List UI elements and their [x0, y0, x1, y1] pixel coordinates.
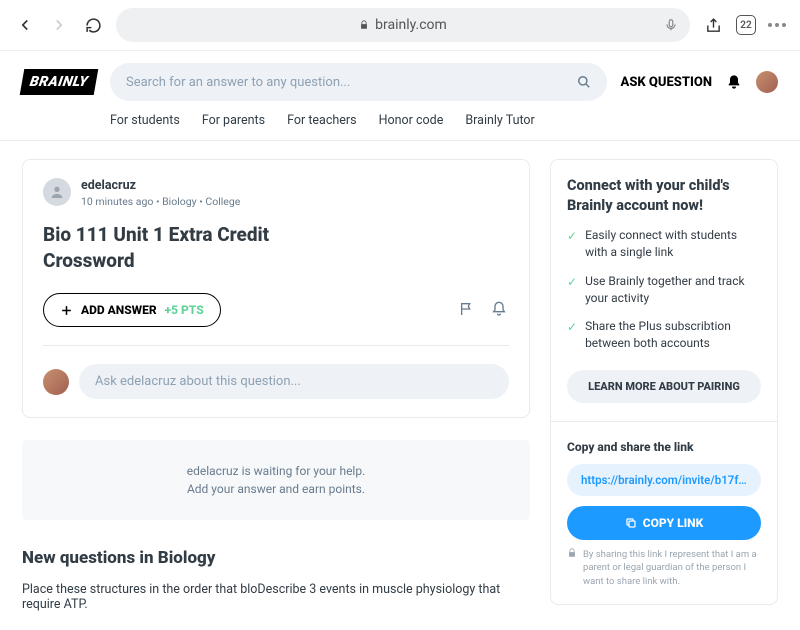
tabs-button[interactable]: 22 [736, 15, 756, 35]
waiting-line1: edelacruz is waiting for your help. [44, 462, 508, 480]
nav-tutor[interactable]: Brainly Tutor [465, 113, 534, 128]
site-header: BRAINLY ASK QUESTION [0, 51, 800, 101]
mic-icon[interactable] [664, 18, 678, 32]
browser-toolbar: brainly.com 22 [0, 0, 800, 51]
search-bar[interactable] [110, 63, 607, 101]
waiting-line2: Add your answer and earn points. [44, 480, 508, 498]
url-text: brainly.com [375, 17, 447, 33]
pairing-card: Connect with your child's Brainly accoun… [550, 159, 778, 605]
question-meta: 10 minutes ago • Biology • College [81, 195, 240, 208]
question-actions: ADD ANSWER +5 PTS [43, 293, 509, 327]
invite-link[interactable]: https://brainly.com/invite/b17ff.. [567, 464, 761, 496]
question-title: Bio 111 Unit 1 Extra Credit Crossword [43, 222, 323, 273]
refresh-button[interactable] [82, 14, 104, 36]
new-question-item[interactable]: Place these structures in the order that… [22, 582, 530, 612]
url-bar[interactable]: brainly.com [116, 8, 690, 42]
sidebar: Connect with your child's Brainly accoun… [550, 159, 778, 612]
question-header: edelacruz 10 minutes ago • Biology • Col… [43, 178, 509, 208]
question-username[interactable]: edelacruz [81, 178, 240, 193]
lock-icon [567, 548, 577, 588]
benefit-3: ✓ Share the Plus subscribtion between bo… [567, 318, 761, 352]
user-avatar[interactable] [43, 178, 71, 206]
learn-more-button[interactable]: LEARN MORE ABOUT PAIRING [567, 370, 761, 403]
main-column: edelacruz 10 minutes ago • Biology • Col… [22, 159, 530, 612]
question-card: edelacruz 10 minutes ago • Biology • Col… [22, 159, 530, 418]
content: edelacruz 10 minutes ago • Biology • Col… [0, 141, 800, 630]
search-input[interactable] [126, 75, 577, 90]
notifications-icon[interactable] [726, 74, 742, 90]
waiting-banner: edelacruz is waiting for your help. Add … [22, 440, 530, 520]
benefit-1: ✓ Easily connect with students with a si… [567, 227, 761, 261]
share-button[interactable] [702, 14, 724, 36]
bell-icon[interactable] [491, 301, 509, 319]
brainly-logo[interactable]: BRAINLY [20, 69, 99, 95]
lock-icon [359, 20, 369, 30]
forward-button[interactable] [48, 14, 70, 36]
check-icon: ✓ [567, 228, 577, 261]
flag-icon[interactable] [459, 301, 477, 319]
nav-parents[interactable]: For parents [202, 113, 265, 128]
copy-link-button[interactable]: COPY LINK [567, 506, 761, 540]
check-icon: ✓ [567, 274, 577, 307]
divider [551, 421, 777, 422]
ask-question-button[interactable]: ASK QUESTION [621, 75, 712, 90]
nav-links: For students For parents For teachers Ho… [0, 101, 800, 141]
more-icon[interactable] [768, 23, 786, 27]
ask-user-input[interactable]: Ask edelacruz about this question... [79, 364, 509, 399]
ask-user-section: Ask edelacruz about this question... [43, 345, 509, 399]
add-answer-button[interactable]: ADD ANSWER +5 PTS [43, 293, 221, 327]
back-button[interactable] [14, 14, 36, 36]
benefit-2: ✓ Use Brainly together and track your ac… [567, 273, 761, 307]
pairing-title: Connect with your child's Brainly accoun… [567, 176, 761, 215]
my-avatar[interactable] [43, 369, 69, 395]
check-icon: ✓ [567, 319, 577, 352]
nav-teachers[interactable]: For teachers [287, 113, 357, 128]
search-icon[interactable] [577, 75, 591, 89]
avatar[interactable] [756, 71, 778, 93]
nav-students[interactable]: For students [110, 113, 180, 128]
disclaimer: By sharing this link I represent that I … [567, 548, 761, 588]
copy-link-title: Copy and share the link [567, 440, 761, 454]
nav-honor[interactable]: Honor code [379, 113, 444, 128]
new-questions-title: New questions in Biology [22, 548, 530, 568]
